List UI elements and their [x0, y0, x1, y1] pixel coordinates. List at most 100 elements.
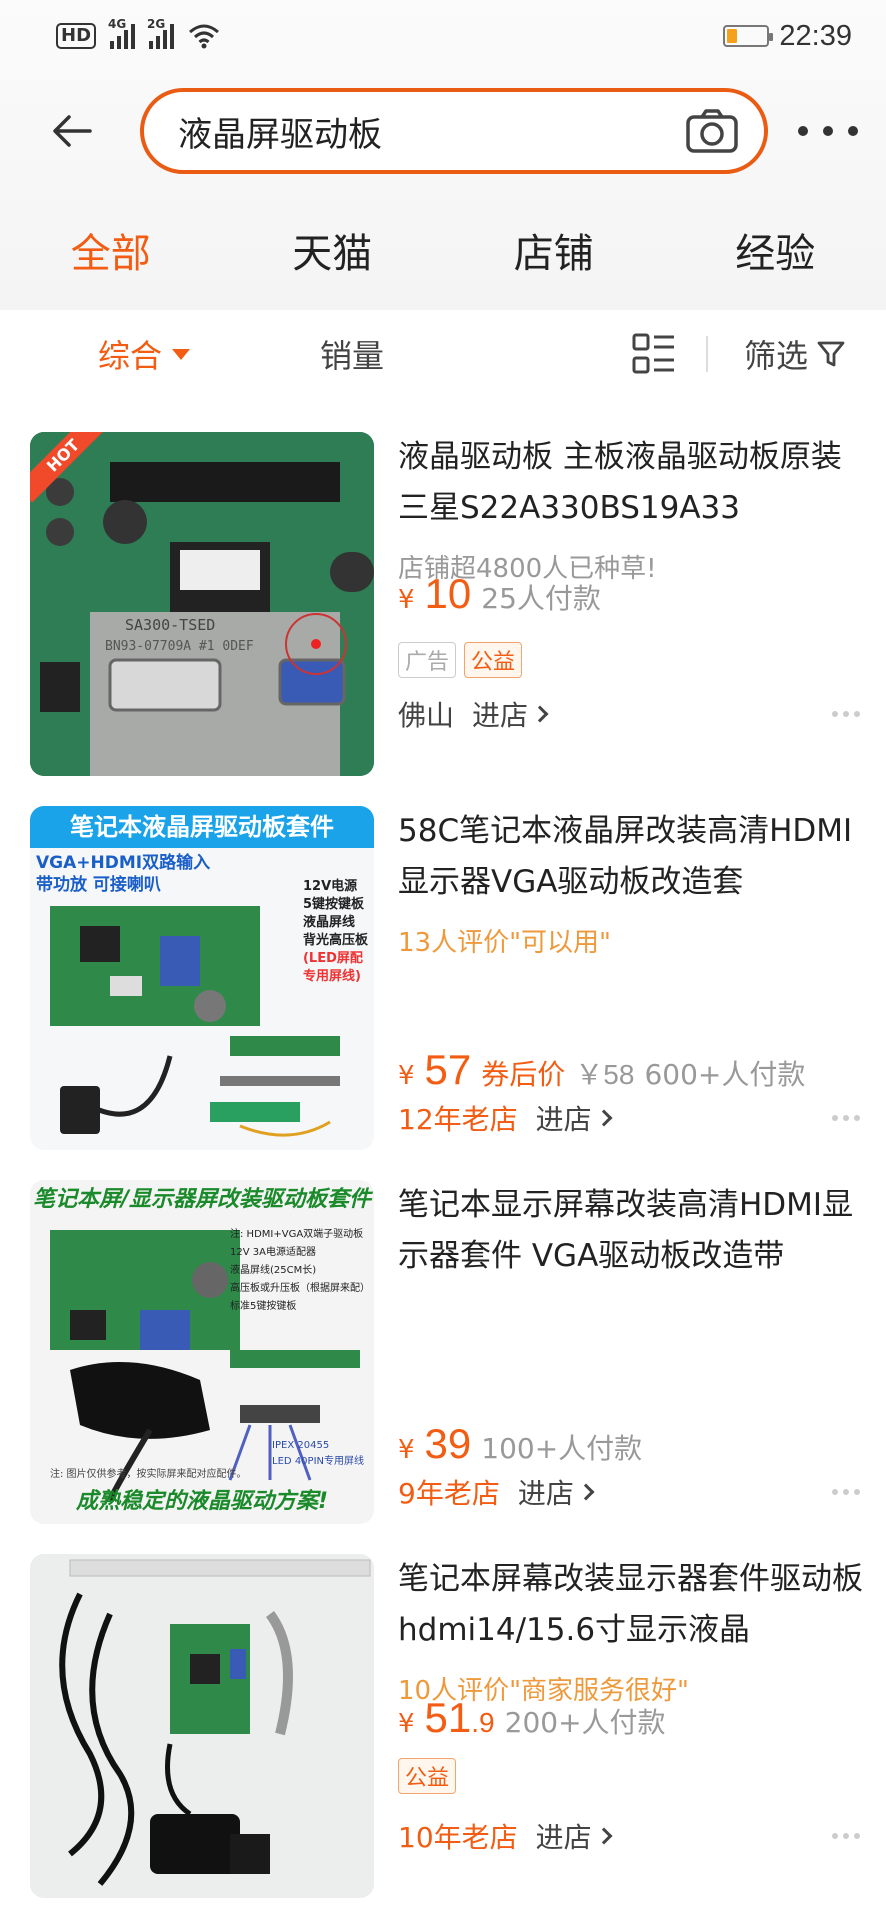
divider [705, 336, 708, 372]
image-spec-line: 5键按键板 [302, 897, 365, 912]
search-input[interactable] [178, 111, 684, 151]
more-dot [848, 126, 858, 136]
product-image[interactable]: 笔记本液晶屏驱动板套件 VGA+HDMI双路输入 带功放 可接喇叭 12V电源 … [30, 806, 374, 1150]
pcb-board-image: SA300-TSED BN93-07709A #1 0DEF [30, 432, 374, 776]
image-spec-line: 高压板或升压板（根据屏来配） [230, 1283, 370, 1294]
price-block: 51.9 [425, 1694, 495, 1742]
results-panel: 综合 销量 筛选 SA300-TSED BN93-07709A #1 0DEF … [0, 310, 886, 1920]
more-dot [798, 126, 808, 136]
currency-symbol: ¥ [398, 1435, 415, 1465]
product-title[interactable]: 笔记本显示屏幕改装高清HDMI显示器套件 VGA驱动板改造带 [398, 1180, 866, 1282]
product-item[interactable]: SA300-TSED BN93-07709A #1 0DEF HOT 液晶驱动板… [0, 422, 886, 796]
search-row [0, 72, 886, 190]
enter-shop-link[interactable]: 进店 [518, 1472, 595, 1512]
original-price: ￥58 [575, 1059, 635, 1090]
image-cable-label: IPEX 20455 LED 40PIN专用屏线 [272, 1438, 364, 1470]
more-options-button[interactable] [826, 705, 866, 723]
enter-shop-link[interactable]: 进店 [536, 1816, 613, 1856]
product-item[interactable]: 笔记本屏幕改装显示器套件驱动板hdmi14/15.6寸显示液晶 10人评价"商家… [0, 1544, 886, 1918]
more-options-button[interactable] [826, 1827, 866, 1845]
image-spec-line: 标准5键按键板 [230, 1301, 297, 1312]
signal-4g-icon: 4G [108, 17, 136, 49]
sim1-type: 4G [108, 17, 127, 31]
image-spec-line: 注: HDMI+VGA双端子驱动板 [230, 1229, 364, 1240]
more-dot [823, 126, 833, 136]
funnel-icon [817, 341, 845, 367]
shop-row: 佛山 进店 [398, 694, 866, 734]
price-decimal: .9 [471, 1707, 495, 1738]
product-title[interactable]: 笔记本屏幕改装显示器套件驱动板hdmi14/15.6寸显示液晶 [398, 1554, 866, 1656]
paid-count: 200+人付款 [504, 1706, 666, 1739]
more-options-button[interactable] [826, 1109, 866, 1127]
tag-list: 广告 公益 [398, 642, 523, 678]
product-info: 液晶驱动板 主板液晶驱动板原装三星S22A330BS19A33 店铺超4800人… [398, 432, 866, 776]
image-cable-line: IPEX 20455 [272, 1440, 330, 1451]
chip-label: SA300-TSED [125, 616, 215, 634]
enter-shop-link[interactable]: 进店 [535, 1098, 613, 1138]
image-banner: 笔记本屏/显示器屏改装驱动板套件 [32, 1187, 372, 1212]
kit-image [30, 1554, 374, 1898]
image-note: 注: 图片仅供参考，按实际屏来配对应配件。 [50, 1469, 247, 1480]
image-banner: 笔记本液晶屏驱动板套件 [30, 806, 374, 848]
back-arrow-icon [53, 115, 92, 147]
back-button[interactable] [42, 101, 102, 161]
product-list: SA300-TSED BN93-07709A #1 0DEF HOT 液晶驱动板… [0, 422, 886, 1918]
sim2-type: 2G [147, 17, 166, 31]
filter-button[interactable]: 筛选 [744, 331, 846, 377]
product-image[interactable]: 笔记本屏/显示器屏改装驱动板套件 注: HDMI+VGA双端子驱动板 12V 3… [30, 1180, 374, 1524]
view-toggle-button[interactable] [632, 332, 676, 376]
hd-badge: HD [56, 23, 97, 49]
image-spec-line: 12V电源 [302, 879, 358, 894]
product-image[interactable] [30, 1554, 374, 1898]
product-image[interactable]: SA300-TSED BN93-07709A #1 0DEF HOT [30, 432, 374, 776]
paid-count: 100+人付款 [481, 1432, 643, 1465]
coupon-label: 券后价 [481, 1058, 566, 1091]
charity-tag: 公益 [398, 1758, 457, 1794]
camera-search-button[interactable] [684, 106, 740, 156]
image-spec-list: 12V电源 5键按键板 液晶屏线 背光高压板 (LED屏配 专用屏线) [303, 878, 368, 986]
currency-symbol: ¥ [398, 585, 415, 615]
chevron-right-icon [595, 1827, 613, 1845]
sort-sales-button[interactable]: 销量 [320, 331, 384, 377]
list-grid-icon [632, 333, 674, 374]
image-subtitle: VGA+HDMI双路输入 带功放 可接喇叭 [36, 852, 210, 896]
enter-shop-label: 进店 [535, 1103, 592, 1136]
price-row: ¥ 10 25人付款 [398, 570, 601, 618]
shop-age-badge: 9年老店 [398, 1477, 500, 1510]
caret-down-icon [172, 348, 191, 360]
clock: 22:39 [779, 19, 852, 52]
more-options-button[interactable] [826, 1483, 866, 1501]
chevron-right-icon [595, 1109, 613, 1127]
currency-symbol: ¥ [398, 1061, 415, 1091]
image-spec-list: 注: HDMI+VGA双端子驱动板 12V 3A电源适配器 液晶屏线(25CM长… [230, 1226, 370, 1316]
product-item[interactable]: 笔记本液晶屏驱动板套件 VGA+HDMI双路输入 带功放 可接喇叭 12V电源 … [0, 796, 886, 1170]
enter-shop-link[interactable]: 进店 [472, 694, 549, 734]
image-spec-line: 液晶屏线(25CM长) [230, 1265, 317, 1276]
sort-comprehensive-button[interactable]: 综合 [98, 331, 191, 377]
product-title[interactable]: 液晶驱动板 主板液晶驱动板原装三星S22A330BS19A33 [398, 432, 866, 534]
price: 39 [424, 1420, 472, 1467]
price: 51 [424, 1694, 472, 1741]
image-bottom-banner: 成熟稳定的液晶驱动方案! [75, 1489, 329, 1514]
currency-symbol: ¥ [398, 1709, 415, 1739]
sort-comprehensive-label: 综合 [98, 337, 163, 375]
shop-age-badge: 10年老店 [398, 1821, 518, 1854]
product-item[interactable]: 笔记本屏/显示器屏改装驱动板套件 注: HDMI+VGA双端子驱动板 12V 3… [0, 1170, 886, 1544]
price-row: ¥ 51.9 200+人付款 [398, 1694, 666, 1742]
price-row: ¥ 57 券后价 ￥58 600+人付款 [398, 1046, 805, 1094]
search-box[interactable] [140, 88, 768, 174]
battery-level [727, 29, 737, 43]
status-bar: HD 4G 2G 22:39 [0, 0, 886, 72]
image-cable-line: LED 40PIN专用屏线 [272, 1456, 364, 1467]
ad-tag: 广告 [398, 642, 457, 678]
shop-location: 佛山 [398, 699, 455, 732]
product-info: 笔记本屏幕改装显示器套件驱动板hdmi14/15.6寸显示液晶 10人评价"商家… [398, 1554, 866, 1898]
filter-label: 筛选 [743, 337, 808, 375]
chevron-right-icon [577, 1483, 595, 1501]
wifi-icon [189, 24, 219, 49]
product-info: 笔记本显示屏幕改装高清HDMI显示器套件 VGA驱动板改造带 ¥ 39 100+… [398, 1180, 866, 1524]
product-title[interactable]: 58C笔记本液晶屏改装高清HDMI显示器VGA驱动板改造套 [398, 806, 866, 908]
more-button[interactable] [798, 111, 858, 151]
shop-row: 12年老店 进店 [398, 1098, 866, 1138]
image-spec-line: 专用屏线) [302, 969, 361, 984]
